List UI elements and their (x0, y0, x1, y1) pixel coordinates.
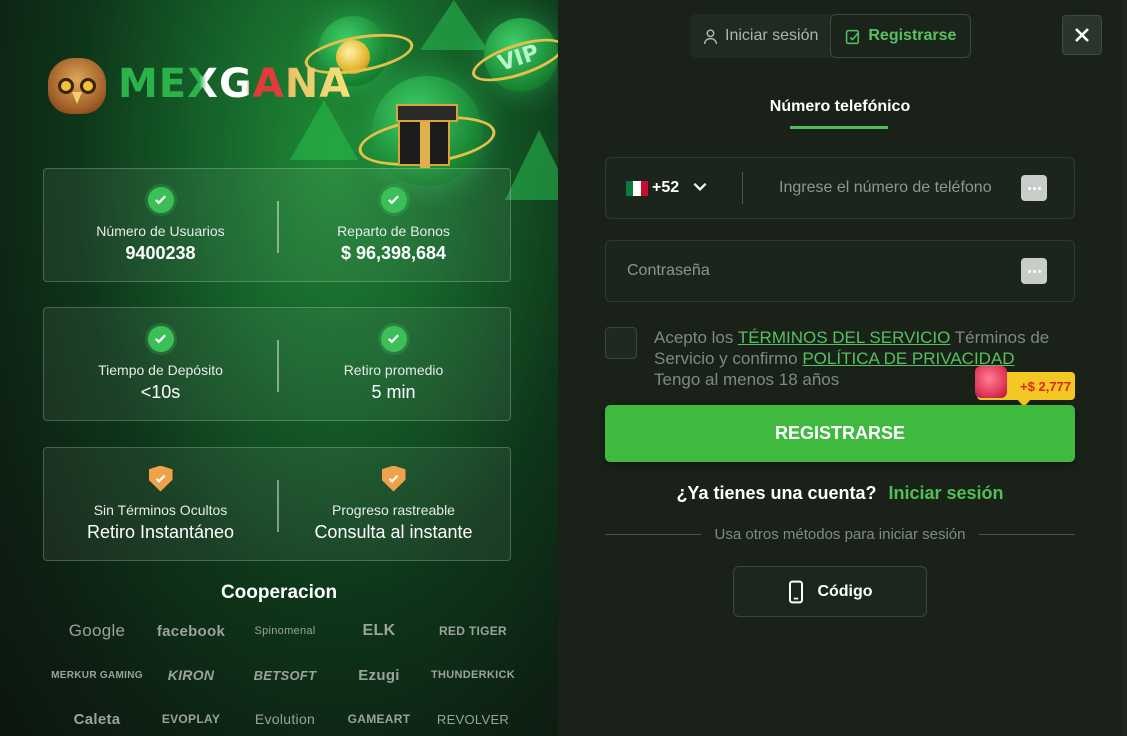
edit-icon (846, 29, 860, 44)
partner-logo-evolution: Evolution (254, 711, 316, 727)
phone-input[interactable]: Ingrese el número de teléfono (743, 179, 1021, 197)
terms-of-service-link[interactable]: TÉRMINOS DEL SERVICIO (738, 328, 951, 347)
partner-logo-merkur: MERKUR GAMING (51, 669, 143, 681)
stat-label: Retiro promedio (343, 361, 444, 378)
promo-panel: VIP MEXGANA Número de Usuarios 9400238 R… (0, 0, 558, 736)
tab-login-label: Iniciar sesión (725, 27, 819, 44)
tab-register[interactable]: Registrarse (830, 14, 972, 58)
partner-logo-facebook: facebook (156, 622, 226, 640)
register-button[interactable]: REGISTRARSE (605, 405, 1075, 462)
tab-login[interactable]: Iniciar sesión (690, 14, 830, 58)
country-code: +52 (652, 179, 680, 196)
partner-logo-betsoft: BETSOFT (253, 667, 317, 683)
stat-withdraw: Retiro promedio 5 min (277, 308, 510, 420)
auth-tabs: Iniciar sesión Registrarse (690, 14, 972, 58)
age-confirmation: Tengo al menos 18 años (654, 370, 840, 389)
stat-value: Retiro Instantáneo (86, 521, 235, 542)
stat-value: $ 96,398,684 (340, 242, 447, 263)
stats-deposit-withdraw: Tiempo de Depósito <10s Retiro promedio … (43, 307, 511, 421)
check-icon (147, 186, 174, 213)
more-icon[interactable] (1021, 175, 1047, 201)
code-button-label: Código (817, 582, 873, 600)
phone-icon (789, 580, 804, 603)
stat-label: Número de Usuarios (96, 222, 225, 239)
active-tab-indicator (790, 126, 888, 129)
partner-logo-ezugi: Ezugi (358, 666, 400, 684)
other-methods-text: Usa otros métodos para iniciar sesión (714, 526, 966, 543)
owl-mascot-icon (42, 52, 112, 116)
password-input[interactable]: Contraseña (606, 262, 1021, 280)
mexico-flag-icon (626, 180, 648, 196)
scrollbar[interactable] (1121, 0, 1127, 736)
stat-label: Sin Términos Ocultos (93, 501, 228, 518)
password-field: Contraseña (605, 240, 1075, 302)
have-account-text: ¿Ya tienes una cuenta? (676, 483, 877, 503)
brand-name: MEXGANA (118, 61, 352, 107)
tree-decoration (420, 0, 488, 50)
partner-logo-thunderkick: THUNDERKICK (431, 669, 515, 681)
partner-logos: Google facebook Spinomenal ELK RED TIGER… (50, 620, 520, 730)
divider (277, 480, 279, 532)
stat-progress: Progreso rastreable Consulta al instante (277, 448, 510, 560)
gift-icon (975, 366, 1007, 398)
partner-logo-evoplay: EVOPLAY (161, 712, 221, 726)
terms-prefix: Acepto los (654, 328, 734, 347)
stat-terms: Sin Términos Ocultos Retiro Instantáneo (44, 448, 277, 560)
tab-register-label: Registrarse (868, 27, 957, 44)
stat-value: <10s (140, 381, 181, 402)
partner-logo-google: Google (68, 621, 126, 640)
stat-value: Consulta al instante (314, 521, 473, 542)
stat-label: Tiempo de Depósito (98, 361, 223, 378)
stat-deposit: Tiempo de Depósito <10s (44, 308, 277, 420)
partner-logo-caleta: Caleta (73, 710, 121, 728)
stat-value: 5 min (371, 381, 416, 402)
divider (277, 201, 279, 253)
login-link[interactable]: Iniciar sesión (889, 483, 1004, 503)
more-icon[interactable] (1021, 258, 1047, 284)
stats-users-bonus: Número de Usuarios 9400238 Reparto de Bo… (43, 168, 511, 282)
tree-decoration (505, 130, 558, 200)
partner-logo-revolver: REVOLVER (436, 711, 510, 727)
partner-logo-gameart: GAMEART (347, 712, 411, 726)
country-code-select[interactable]: +52 (606, 158, 742, 218)
user-icon (703, 28, 718, 44)
cooperation-title: Cooperacion (220, 582, 338, 603)
check-icon (380, 186, 407, 213)
terms-checkbox[interactable] (605, 327, 637, 359)
shield-check-icon (381, 465, 406, 492)
code-login-button[interactable]: Código (733, 566, 927, 617)
stat-label: Progreso rastreable (332, 501, 455, 518)
shield-check-icon (148, 465, 173, 492)
partner-logo-spinomenal: Spinomenal (254, 625, 316, 637)
divider (277, 340, 279, 392)
close-icon (1075, 28, 1089, 42)
check-icon (380, 325, 407, 352)
stat-bonus: Reparto de Bonos $ 96,398,684 (277, 169, 510, 281)
chevron-down-icon (683, 177, 709, 200)
have-account-row: ¿Ya tienes una cuenta? Iniciar sesión (605, 483, 1075, 504)
brand-logo[interactable]: MEXGANA (42, 52, 351, 116)
stat-label: Reparto de Bonos (337, 222, 450, 239)
check-icon (147, 325, 174, 352)
stat-users: Número de Usuarios 9400238 (44, 169, 277, 281)
phone-field: +52 Ingrese el número de teléfono (605, 157, 1075, 219)
gift-icon (396, 104, 458, 168)
partner-logo-red-tiger: RED TIGER (438, 624, 508, 638)
partner-logo-kiron: KIRON (167, 667, 215, 683)
close-button[interactable] (1062, 15, 1102, 55)
partner-logo-elk: ELK (362, 622, 396, 639)
other-methods-divider: Usa otros métodos para iniciar sesión (605, 526, 1076, 543)
tab-phone-number[interactable]: Número telefónico (740, 98, 940, 116)
stat-value: 9400238 (125, 242, 196, 263)
stats-terms-progress: Sin Términos Ocultos Retiro Instantáneo … (43, 447, 511, 561)
